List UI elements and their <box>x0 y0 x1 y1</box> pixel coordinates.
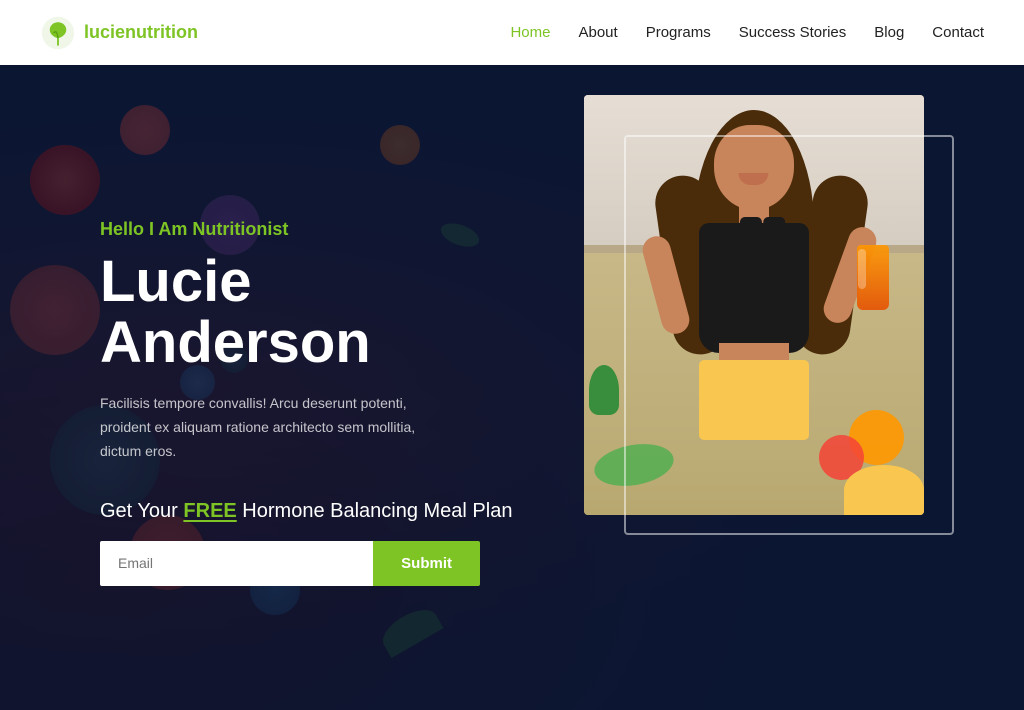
cta-before: Get Your <box>100 500 183 522</box>
logo-text: lucienutrition <box>84 23 198 43</box>
hero-description: Facilisis tempore convallis! Arcu deseru… <box>100 392 440 463</box>
cta-after: Hormone Balancing Meal Plan <box>237 500 513 522</box>
cta-free: FREE <box>183 500 236 522</box>
nav-about[interactable]: About <box>578 24 617 41</box>
hero-cta-text: Get Your FREE Hormone Balancing Meal Pla… <box>100 500 520 523</box>
submit-button[interactable]: Submit <box>373 541 480 586</box>
nav-blog[interactable]: Blog <box>874 24 904 41</box>
photo-outline-decoration <box>624 135 954 535</box>
hero-image-area <box>584 95 964 555</box>
main-nav: Home About Programs Success Stories Blog… <box>510 24 984 41</box>
nav-success-stories[interactable]: Success Stories <box>739 24 847 41</box>
hero-tagline: Hello I Am Nutritionist <box>100 219 520 240</box>
site-header: lucienutrition Home About Programs Succe… <box>0 0 1024 65</box>
hero-content-left: Hello I Am Nutritionist Lucie Anderson F… <box>0 189 520 585</box>
nav-home[interactable]: Home <box>510 24 550 41</box>
hero-name: Lucie Anderson <box>100 252 520 374</box>
email-input[interactable] <box>100 541 373 586</box>
nav-contact[interactable]: Contact <box>932 24 984 41</box>
logo[interactable]: lucienutrition <box>40 15 198 51</box>
email-form: Submit <box>100 541 480 586</box>
hero-section: Hello I Am Nutritionist Lucie Anderson F… <box>0 65 1024 710</box>
nav-programs[interactable]: Programs <box>646 24 711 41</box>
logo-icon <box>40 15 76 51</box>
